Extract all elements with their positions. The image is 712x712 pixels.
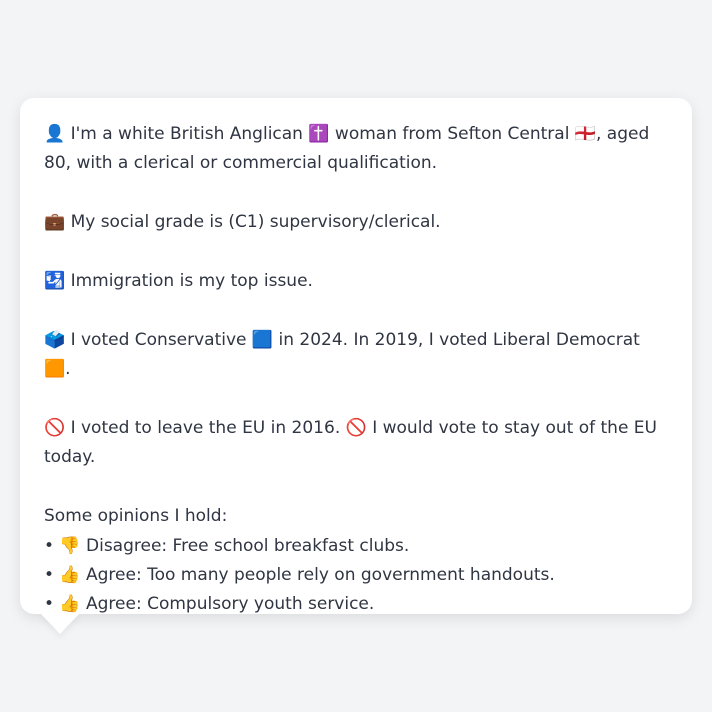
top-issue-text: 🛂 Immigration is my top issue. [44, 271, 313, 291]
persona-message-bubble: 👤 I'm a white British Anglican ✝️ woman … [20, 98, 692, 614]
votes-text: 🗳️ I voted Conservative 🟦 in 2024. In 20… [44, 329, 640, 380]
social-grade-text: 💼 My social grade is (C1) supervisory/cl… [44, 212, 441, 233]
opinion-item: • 👎 Disagree: Free school breakfast club… [44, 535, 410, 556]
opinion-item: • 👍 Agree: Compulsory youth service. [44, 594, 375, 615]
opinion-item: • 👍 Agree: Too many people rely on gover… [44, 565, 555, 586]
opinions-heading: Some opinions I hold: [44, 506, 228, 527]
eu-text: 🚫 I voted to leave the EU in 2016. 🚫 I w… [44, 418, 657, 468]
opinions-list: • 👎 Disagree: Free school breakfast club… [44, 532, 668, 620]
bubble-tail [40, 613, 80, 634]
identity-text: 👤 I'm a white British Anglican ✝️ woman … [44, 124, 650, 174]
